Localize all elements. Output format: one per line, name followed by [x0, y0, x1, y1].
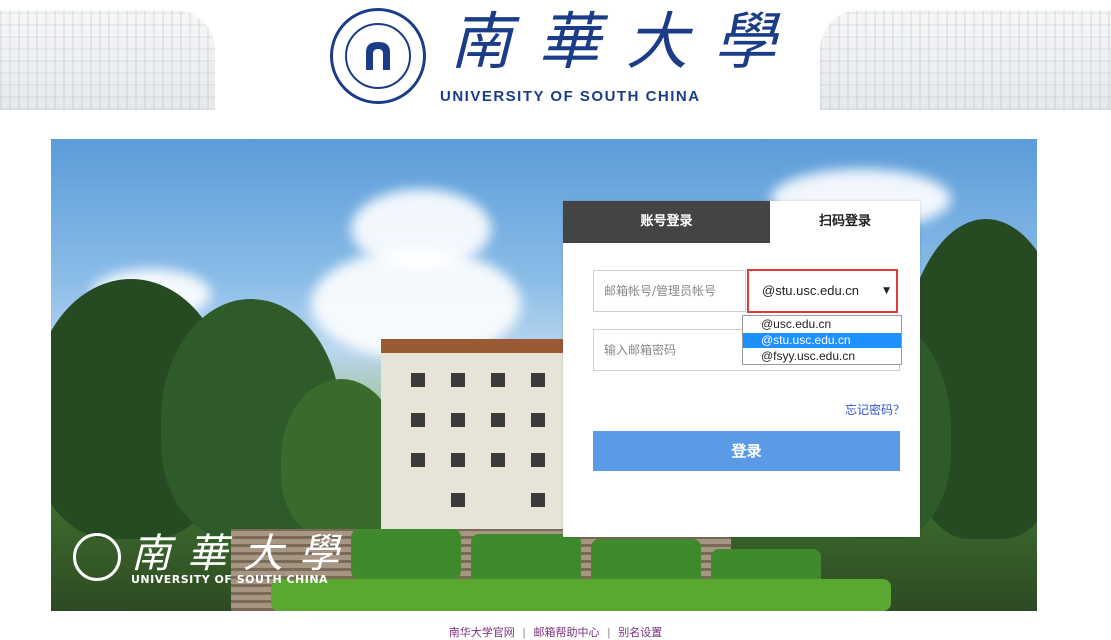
forgot-password-link[interactable]: 忘记密码？ — [845, 401, 905, 418]
university-seal-icon — [330, 8, 426, 104]
footer-separator: | — [522, 626, 526, 639]
password-input[interactable] — [604, 330, 744, 370]
domain-option-selected[interactable]: @stu.usc.edu.cn — [743, 333, 901, 348]
login-button[interactable]: 登录 — [593, 431, 900, 471]
hero-seal-icon — [73, 533, 121, 581]
footer-separator: | — [607, 626, 611, 639]
domain-selected-value: @stu.usc.edu.cn — [762, 283, 860, 298]
footer-link-official-site[interactable]: 南华大学官网 — [449, 626, 515, 639]
domain-select[interactable]: @stu.usc.edu.cn ▼ — [745, 270, 900, 312]
hero-title-en: UNIVERSITY OF SOUTH CHINA — [131, 573, 329, 586]
dropdown-arrow-icon: ▼ — [883, 286, 890, 296]
domain-dropdown-list: @usc.edu.cn @stu.usc.edu.cn @fsyy.usc.ed… — [742, 315, 902, 365]
login-tabs: 账号登录 扫码登录 — [563, 201, 920, 243]
domain-option[interactable]: @fsyy.usc.edu.cn — [743, 349, 901, 364]
tab-qr-login[interactable]: 扫码登录 — [770, 201, 920, 243]
username-field: @stu.usc.edu.cn ▼ — [593, 270, 900, 312]
login-panel: 账号登录 扫码登录 @stu.usc.edu.cn ▼ 忘记密码？ 登录 — [563, 201, 920, 537]
footer-link-alias-settings[interactable]: 别名设置 — [618, 626, 662, 639]
university-name-en: UNIVERSITY OF SOUTH CHINA — [440, 88, 701, 105]
footer-link-mail-help[interactable]: 邮箱帮助中心 — [534, 626, 600, 639]
campus-sketch-left — [0, 10, 215, 110]
hero-title-cn: 南華大學 — [131, 531, 355, 577]
username-input[interactable] — [604, 271, 744, 311]
campus-sketch-right — [820, 10, 1111, 110]
university-name-cn: 南華大學 — [450, 5, 803, 78]
tab-account-login[interactable]: 账号登录 — [563, 201, 770, 243]
domain-option[interactable]: @usc.edu.cn — [743, 317, 901, 332]
page-header: 南華大學 UNIVERSITY OF SOUTH CHINA — [0, 0, 1111, 130]
